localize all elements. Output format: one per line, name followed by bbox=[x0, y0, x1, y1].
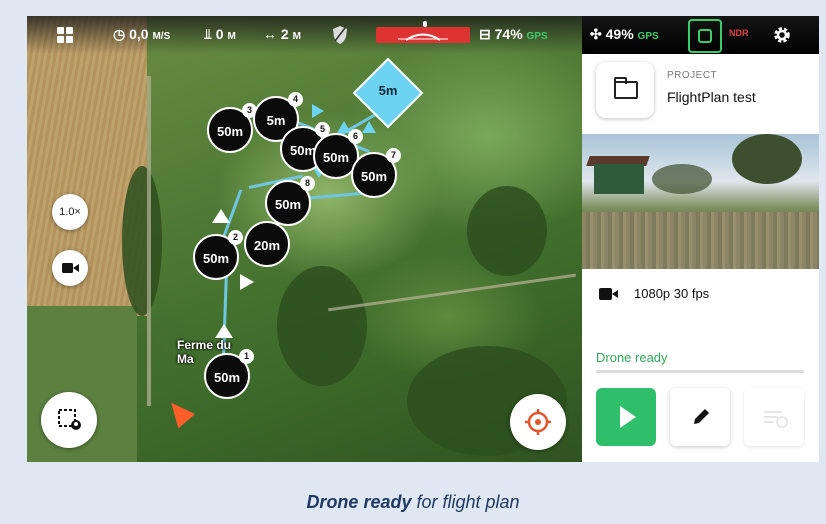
preview-tree bbox=[652, 164, 712, 194]
place-label-line1: Ferme du bbox=[177, 338, 232, 352]
project-name: FlightPlan test bbox=[667, 89, 756, 105]
place-label: Ferme du Ma bbox=[177, 338, 231, 366]
waypoint-marker[interactable]: 50m 3 bbox=[207, 103, 257, 153]
poi-altitude-label: 5m bbox=[378, 83, 398, 98]
preview-house bbox=[594, 164, 644, 194]
ndr-label: NDR bbox=[729, 28, 749, 38]
altitude-readout: ⫫ 0 M bbox=[204, 26, 236, 43]
drone-battery: ✣ 49% GPS bbox=[590, 26, 659, 43]
open-project-button[interactable] bbox=[596, 62, 654, 118]
waypoint-marker[interactable]: 20m bbox=[244, 221, 290, 267]
drone-icon: ✣ bbox=[590, 26, 602, 42]
waypoint-marker[interactable]: 50m 8 bbox=[265, 176, 315, 226]
speed-value: 0,0 bbox=[129, 26, 149, 42]
camera-preview[interactable] bbox=[582, 134, 819, 269]
direction-arrow bbox=[240, 274, 254, 290]
controller-battery-value: 74% bbox=[494, 26, 523, 42]
attitude-indicator bbox=[376, 21, 470, 43]
gps-label-2: GPS bbox=[637, 31, 659, 42]
project-label: PROJECT bbox=[667, 70, 718, 81]
satellite-map[interactable]: 5m 50m 1 50m 2 50m 3 5m 4 50m 5 50m 6 50m 7 50m… bbox=[27, 16, 582, 462]
distance-unit: M bbox=[292, 31, 301, 42]
side-panel: PROJECT FlightPlan test 1080p 30 fps Dro… bbox=[582, 54, 819, 462]
waypoint-number: 2 bbox=[228, 230, 243, 245]
home-arrow-icon bbox=[162, 395, 196, 429]
waypoints-icon bbox=[764, 411, 788, 428]
waypoint-altitude: 50m bbox=[274, 197, 302, 212]
caption-rest: for flight plan bbox=[411, 492, 520, 512]
altitude-value: 0 bbox=[215, 26, 224, 42]
waypoint-altitude: 50m bbox=[322, 150, 350, 165]
top-status-bar: ◷ 0,0 M/S ⫫ 0 M ↔ 2 M ⊟ 74% GPS ✣ 49% GP… bbox=[27, 16, 819, 54]
altitude-icon: ⫫ bbox=[204, 26, 212, 42]
edit-plan-button[interactable] bbox=[670, 388, 730, 446]
start-flight-button[interactable] bbox=[596, 388, 656, 446]
altitude-unit: M bbox=[227, 31, 236, 42]
direction-arrow bbox=[362, 121, 376, 133]
app-frame: 5m 50m 1 50m 2 50m 3 5m 4 50m 5 50m 6 50m 7 50m… bbox=[27, 16, 819, 462]
zoom-label: 1.0× bbox=[59, 206, 81, 218]
waypoint-marker[interactable]: 50m 7 bbox=[351, 148, 401, 198]
place-label-line2: Ma bbox=[177, 352, 194, 366]
waypoint-number: 4 bbox=[288, 92, 303, 107]
waypoint-altitude: 50m bbox=[213, 370, 241, 385]
disabled-action-button[interactable] bbox=[744, 388, 804, 446]
waypoint-altitude: 50m bbox=[360, 169, 388, 184]
waypoint-altitude: 5m bbox=[266, 113, 286, 128]
caption-bold: Drone ready bbox=[306, 492, 412, 512]
status-progress-track bbox=[596, 370, 804, 373]
map-road bbox=[147, 76, 151, 406]
speed-readout: ◷ 0,0 M/S bbox=[113, 26, 170, 43]
preview-ground bbox=[582, 212, 819, 269]
folder-icon bbox=[614, 77, 638, 99]
distance-value: 2 bbox=[280, 26, 289, 42]
map-woods-3 bbox=[467, 186, 547, 276]
waypoint-altitude: 50m bbox=[202, 251, 230, 266]
gps-label: GPS bbox=[526, 31, 548, 42]
direction-arrow bbox=[215, 324, 233, 338]
settings-gear-icon[interactable] bbox=[772, 25, 792, 45]
locate-icon bbox=[525, 409, 551, 435]
controller-icon: ⊟ bbox=[479, 26, 491, 42]
waypoint-marker[interactable]: 50m 2 bbox=[193, 230, 243, 280]
camera-record-icon[interactable] bbox=[688, 19, 722, 53]
distance-icon: ↔ bbox=[263, 26, 277, 42]
drone-status: Drone ready bbox=[596, 350, 668, 365]
video-camera-icon bbox=[62, 263, 79, 273]
speed-unit: M/S bbox=[152, 31, 171, 42]
map-road-2 bbox=[328, 273, 576, 312]
zoom-button[interactable]: 1.0× bbox=[52, 194, 88, 230]
edit-waypoints-button[interactable] bbox=[41, 392, 97, 448]
preview-tree bbox=[732, 134, 802, 184]
map-woods bbox=[277, 266, 367, 386]
distance-readout: ↔ 2 M bbox=[263, 26, 301, 42]
video-mode-button[interactable] bbox=[52, 250, 88, 286]
speed-gauge-icon: ◷ bbox=[113, 26, 126, 42]
waypoint-altitude: 50m bbox=[216, 124, 244, 139]
grid-menu-icon[interactable] bbox=[57, 27, 73, 43]
controller-battery: ⊟ 74% GPS bbox=[479, 26, 548, 43]
direction-arrow bbox=[312, 104, 324, 118]
direction-arrow bbox=[212, 209, 230, 223]
waypoint-number: 8 bbox=[300, 176, 315, 191]
video-spec: 1080p 30 fps bbox=[634, 286, 710, 301]
waypoints-icon bbox=[58, 409, 81, 430]
drone-battery-value: 49% bbox=[605, 26, 634, 42]
waypoint-altitude: 20m bbox=[253, 238, 281, 253]
waypoint-number: 7 bbox=[386, 148, 401, 163]
pencil-icon bbox=[694, 409, 709, 424]
recenter-button[interactable] bbox=[510, 394, 566, 450]
waypoint-number: 6 bbox=[348, 129, 363, 144]
shield-icon bbox=[333, 26, 347, 44]
figure-caption: Drone ready for flight plan bbox=[0, 492, 826, 513]
map-treeline bbox=[122, 166, 162, 316]
video-camera-icon bbox=[599, 288, 618, 300]
waypoint-number: 1 bbox=[239, 349, 254, 364]
